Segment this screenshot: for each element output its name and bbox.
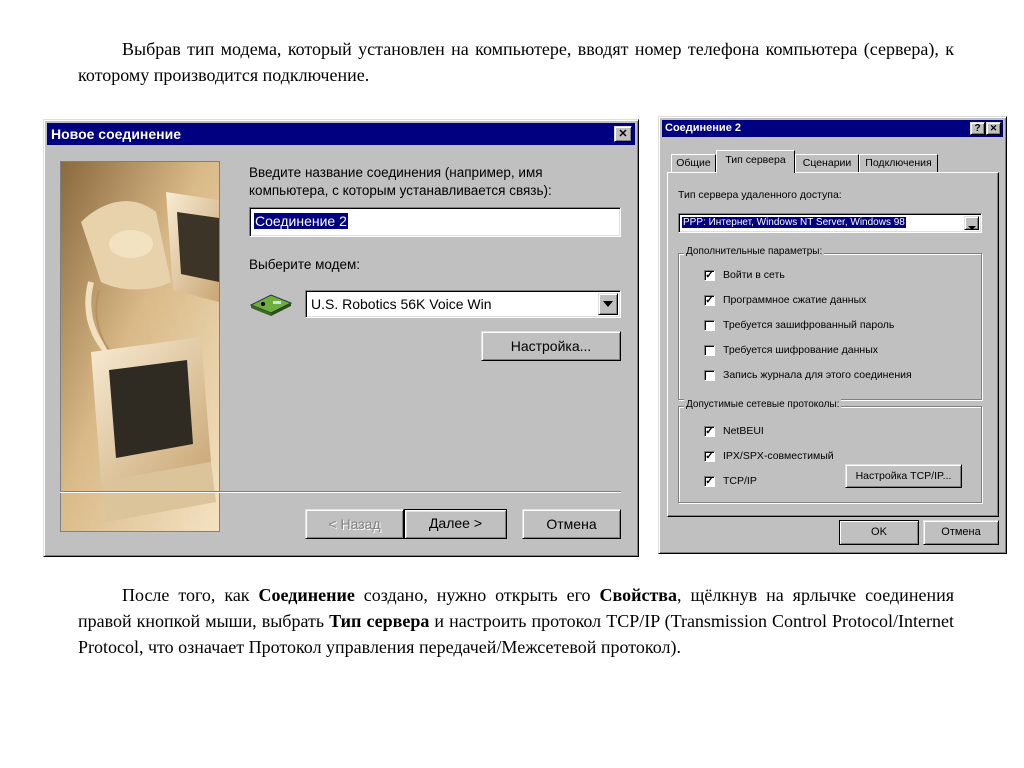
props-titlebar[interactable]: Соединение 2 ? ✕ bbox=[662, 120, 1003, 137]
server-type-term: Тип сервера bbox=[329, 611, 430, 631]
ipx-spx-label: IPX/SPX-совместимый bbox=[723, 450, 834, 462]
props-close-button[interactable]: ✕ bbox=[986, 122, 1001, 135]
modem-select-value: U.S. Robotics 56K Voice Win bbox=[311, 296, 492, 312]
new-connection-wizard: Новое соединение ✕ Введите название соед… bbox=[43, 119, 639, 557]
modem-icon bbox=[249, 294, 293, 316]
next-button[interactable]: Далее > bbox=[404, 509, 507, 539]
intro-paragraph: Выбрав тип модема, который установлен на… bbox=[78, 39, 954, 85]
tab-scripts[interactable]: Сценарии bbox=[795, 154, 859, 172]
explanation-paragraph: После того, как Соединение создано, нужн… bbox=[78, 585, 954, 657]
log-connection-checkbox[interactable] bbox=[704, 370, 715, 381]
log-connection-label: Запись журнала для этого соединения bbox=[723, 369, 912, 381]
connection-name-field[interactable]: Соединение 2 bbox=[249, 207, 621, 237]
wizard-close-button[interactable]: ✕ bbox=[614, 126, 632, 142]
computers-illustration-icon bbox=[61, 162, 219, 531]
software-compression-checkbox[interactable]: ✓ bbox=[704, 295, 715, 306]
tcpip-label: TCP/IP bbox=[723, 475, 757, 487]
login-to-network-label: Войти в сеть bbox=[723, 269, 785, 281]
ipx-spx-checkbox[interactable]: ✓ bbox=[704, 451, 715, 462]
ok-button[interactable]: OK bbox=[839, 520, 919, 545]
encrypted-password-checkbox[interactable] bbox=[704, 320, 715, 331]
chevron-down-icon bbox=[603, 301, 613, 307]
wizard-title: Новое соединение bbox=[51, 126, 182, 142]
modem-select[interactable]: U.S. Robotics 56K Voice Win bbox=[305, 290, 621, 318]
wizard-cancel-button[interactable]: Отмена bbox=[522, 509, 621, 539]
modem-dropdown-button[interactable] bbox=[598, 293, 618, 315]
tcpip-settings-button[interactable]: Настройка TCP/IP... bbox=[845, 464, 962, 488]
server-type-value: PPP: Интернет, Windows NT Server, Window… bbox=[682, 217, 906, 228]
tcpip-checkbox[interactable]: ✓ bbox=[704, 476, 715, 487]
wizard-separator bbox=[60, 491, 621, 493]
server-type-panel: Тип сервера удаленного доступа: PPP: Инт… bbox=[667, 172, 999, 517]
props-title: Соединение 2 bbox=[665, 122, 741, 134]
server-type-select[interactable]: PPP: Интернет, Windows NT Server, Window… bbox=[678, 213, 982, 233]
wizard-illustration bbox=[60, 161, 220, 532]
server-type-dropdown-button[interactable] bbox=[964, 216, 979, 230]
connection-term: Соединение bbox=[258, 585, 355, 605]
properties-term: Свойства bbox=[599, 585, 678, 605]
protocols-legend: Допустимые сетевые протоколы: bbox=[684, 399, 842, 410]
close-icon: ✕ bbox=[618, 128, 628, 140]
netbeui-checkbox[interactable]: ✓ bbox=[704, 426, 715, 437]
server-type-label: Тип сервера удаленного доступа: bbox=[678, 189, 842, 201]
netbeui-label: NetBEUI bbox=[723, 425, 764, 437]
software-compression-label: Программное сжатие данных bbox=[723, 294, 867, 306]
data-encryption-checkbox[interactable] bbox=[704, 345, 715, 356]
tab-general[interactable]: Общие bbox=[671, 154, 716, 172]
name-prompt: Введите название соединения (например, и… bbox=[249, 165, 552, 198]
wizard-titlebar[interactable]: Новое соединение ✕ bbox=[47, 123, 635, 145]
back-button[interactable]: < Назад bbox=[305, 509, 404, 539]
advanced-options-legend: Дополнительные параметры: bbox=[684, 246, 825, 257]
help-icon: ? bbox=[974, 123, 981, 134]
tab-server-type[interactable]: Тип сервера bbox=[716, 150, 795, 173]
modem-label: Выберите модем: bbox=[249, 257, 361, 272]
tab-connections[interactable]: Подключения bbox=[859, 154, 938, 172]
props-help-button[interactable]: ? bbox=[970, 122, 985, 135]
data-encryption-label: Требуется шифрование данных bbox=[723, 344, 879, 356]
modem-setup-button[interactable]: Настройка... bbox=[481, 331, 621, 361]
encrypted-password-label: Требуется зашифрованный пароль bbox=[723, 319, 895, 331]
connection-properties-dialog: Соединение 2 ? ✕ Общие Тип сервера Сцена… bbox=[658, 116, 1007, 554]
chevron-down-icon bbox=[967, 226, 976, 230]
login-to-network-checkbox[interactable]: ✓ bbox=[704, 270, 715, 281]
props-cancel-button[interactable]: Отмена bbox=[923, 520, 999, 545]
close-icon: ✕ bbox=[989, 123, 998, 133]
connection-name-value: Соединение 2 bbox=[254, 213, 348, 229]
